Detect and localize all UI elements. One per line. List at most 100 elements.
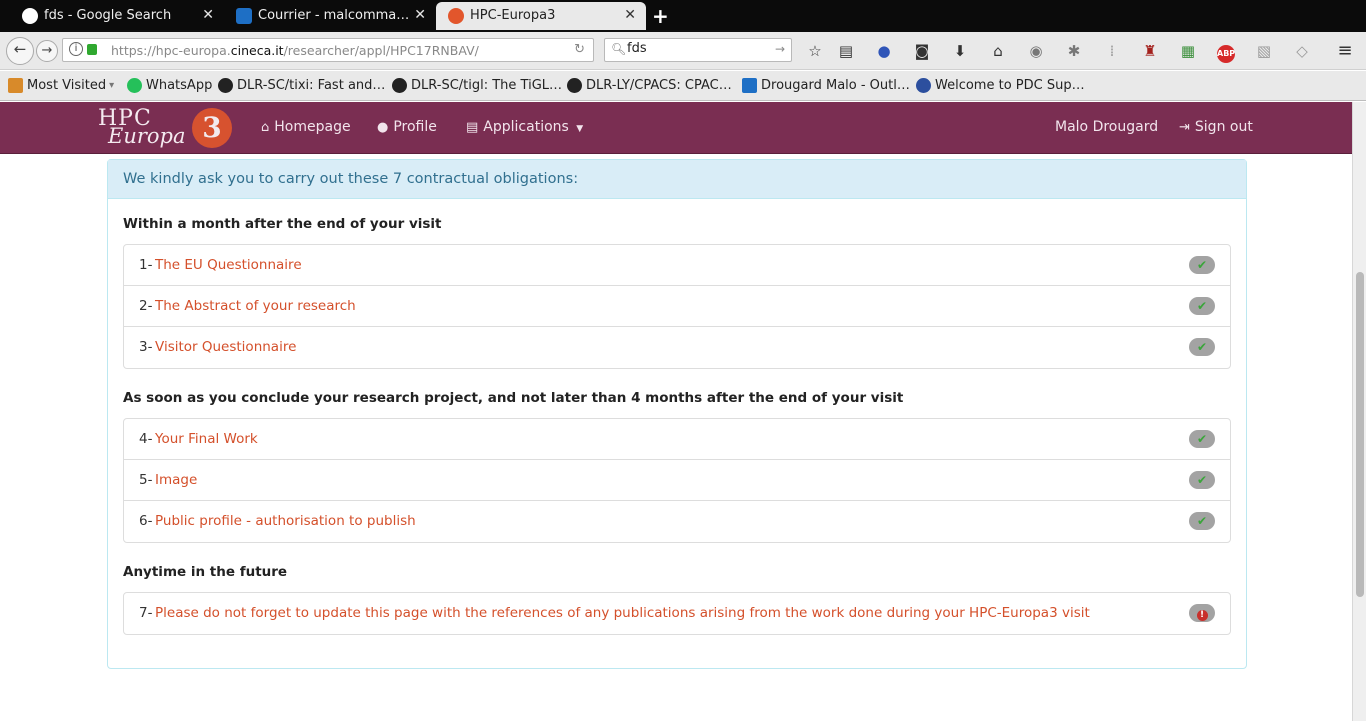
bookmark-tixi[interactable]: DLR-SC/tixi: Fast and… bbox=[218, 78, 385, 93]
logo-number: 3 bbox=[192, 108, 232, 148]
bookmark-label: WhatsApp bbox=[146, 78, 213, 93]
item-number: 6- bbox=[139, 513, 153, 529]
scrollbar-thumb[interactable] bbox=[1356, 272, 1364, 597]
menu-icon[interactable]: ≡ bbox=[1334, 41, 1356, 61]
extension-icon[interactable]: ◉ bbox=[1025, 41, 1047, 61]
bookmark-star-icon[interactable]: ☆ bbox=[804, 41, 826, 61]
tab-courrier[interactable]: Courrier - malcomma… ✕ bbox=[224, 2, 436, 30]
bookmark-label: Welcome to PDC Sup… bbox=[935, 78, 1085, 93]
bookmark-label: Drougard Malo - Outl… bbox=[761, 78, 910, 93]
nav-profile[interactable]: ● Profile bbox=[377, 119, 437, 135]
obligations-list: 4- Your Final Work ✔ 5- Image ✔ 6- Publi… bbox=[123, 418, 1231, 543]
list-item: 4- Your Final Work ✔ bbox=[124, 419, 1230, 460]
checkmark-icon: ✔ bbox=[1189, 256, 1215, 274]
bookmark-label: DLR-LY/CPACS: CPAC… bbox=[586, 78, 732, 93]
tab-google-search[interactable]: fds - Google Search ✕ bbox=[10, 2, 224, 30]
back-button[interactable]: ← bbox=[6, 37, 34, 65]
github-icon bbox=[567, 78, 582, 93]
chevron-down-icon: ▾ bbox=[109, 80, 115, 91]
documents-icon: ▤ bbox=[466, 120, 479, 135]
search-input[interactable] bbox=[627, 41, 767, 56]
bookmark-whatsapp[interactable]: WhatsApp bbox=[127, 78, 212, 93]
close-icon[interactable]: ✕ bbox=[202, 7, 214, 23]
hpc-europa3-logo[interactable]: 3 HPC Europa bbox=[96, 106, 236, 150]
hpc-europa3-icon bbox=[448, 8, 464, 24]
caret-down-icon: ▼ bbox=[576, 124, 584, 134]
obligations-list: 7- Please do not forget to update this p… bbox=[123, 592, 1231, 635]
extension-monster-icon[interactable]: ♜ bbox=[1139, 41, 1161, 61]
bookmark-most-visited[interactable]: Most Visited ▾ bbox=[8, 78, 114, 93]
section-title: Within a month after the end of your vis… bbox=[123, 216, 442, 232]
bookmark-outlook[interactable]: Drougard Malo - Outl… bbox=[742, 78, 910, 93]
bookmark-label: DLR-SC/tixi: Fast and… bbox=[237, 78, 386, 93]
home-icon: ⌂ bbox=[261, 120, 270, 135]
bookmark-tigl[interactable]: DLR-SC/tigl: The TiGL… bbox=[392, 78, 562, 93]
home-icon[interactable]: ⌂ bbox=[987, 41, 1009, 61]
obligation-link[interactable]: Image bbox=[155, 472, 197, 488]
lock-icon bbox=[87, 44, 97, 55]
search-bar[interactable]: 🔍︎ → bbox=[604, 38, 792, 62]
obligation-link[interactable]: The Abstract of your research bbox=[155, 298, 356, 314]
list-item: 7- Please do not forget to update this p… bbox=[124, 593, 1230, 634]
folder-icon bbox=[8, 78, 23, 93]
browser-toolbar: ← → i https://hpc-europa.cineca.it/resea… bbox=[0, 32, 1366, 70]
checkmark-icon: ✔ bbox=[1189, 471, 1215, 489]
bookmark-pdc[interactable]: Welcome to PDC Sup… bbox=[916, 78, 1085, 93]
nav-label: Profile bbox=[393, 119, 437, 135]
reload-icon[interactable]: ↻ bbox=[574, 42, 585, 57]
tab-title: Courrier - malcomma… bbox=[258, 8, 408, 23]
obligation-link[interactable]: The EU Questionnaire bbox=[155, 257, 302, 273]
reading-list-icon[interactable]: ▤ bbox=[835, 41, 857, 61]
obligation-link[interactable]: Your Final Work bbox=[155, 431, 258, 447]
extension-footprint-icon[interactable]: ⁞ bbox=[1101, 41, 1123, 61]
eraser-icon[interactable]: ◇ bbox=[1291, 41, 1313, 61]
page-scrollbar[interactable] bbox=[1352, 102, 1366, 721]
extension-page-icon[interactable]: ▧ bbox=[1253, 41, 1275, 61]
nav-label: Malo Drougard bbox=[1055, 119, 1159, 135]
sign-out-icon: ⇥ bbox=[1179, 120, 1190, 135]
info-icon[interactable]: i bbox=[69, 42, 83, 56]
list-item: 1- The EU Questionnaire ✔ bbox=[124, 245, 1230, 286]
url-bar[interactable]: i https://hpc-europa.cineca.it/researche… bbox=[62, 38, 594, 62]
outlook-icon bbox=[742, 78, 757, 93]
checkmark-icon: ✔ bbox=[1189, 338, 1215, 356]
outlook-icon bbox=[236, 8, 252, 24]
google-icon bbox=[22, 8, 38, 24]
obligation-link[interactable]: Public profile - authorisation to publis… bbox=[155, 513, 416, 529]
obligations-list: 1- The EU Questionnaire ✔ 2- The Abstrac… bbox=[123, 244, 1231, 369]
obligation-link[interactable]: Please do not forget to update this page… bbox=[155, 605, 1090, 621]
list-item: 2- The Abstract of your research ✔ bbox=[124, 286, 1230, 327]
obligation-link[interactable]: Visitor Questionnaire bbox=[155, 339, 296, 355]
item-number: 5- bbox=[139, 472, 153, 488]
tab-title: HPC-Europa3 bbox=[470, 8, 556, 23]
bookmark-cpacs[interactable]: DLR-LY/CPACS: CPAC… bbox=[567, 78, 732, 93]
pocket-icon[interactable]: ◙ bbox=[911, 41, 933, 61]
nav-applications[interactable]: ▤ Applications ▼ bbox=[466, 119, 583, 135]
extension-shield-icon[interactable]: ● bbox=[873, 41, 895, 61]
extension-grid-icon[interactable]: ▦ bbox=[1177, 41, 1199, 61]
checkmark-icon: ✔ bbox=[1189, 297, 1215, 315]
logo-text: Europa bbox=[108, 124, 186, 148]
bookmark-label: Most Visited bbox=[27, 78, 107, 93]
close-icon[interactable]: ✕ bbox=[624, 7, 636, 23]
nav-sign-out[interactable]: ⇥ Sign out bbox=[1179, 119, 1253, 135]
nav-user-name[interactable]: Malo Drougard bbox=[1055, 119, 1158, 135]
list-item: 5- Image ✔ bbox=[124, 460, 1230, 501]
pdc-icon bbox=[916, 78, 931, 93]
nav-homepage[interactable]: ⌂ Homepage bbox=[261, 119, 351, 135]
github-icon bbox=[392, 78, 407, 93]
go-arrow-icon[interactable]: → bbox=[775, 42, 785, 56]
close-icon[interactable]: ✕ bbox=[414, 7, 426, 23]
new-tab-icon[interactable]: + bbox=[652, 4, 669, 28]
adblock-icon[interactable]: ABP bbox=[1215, 41, 1237, 63]
item-number: 4- bbox=[139, 431, 153, 447]
forward-button[interactable]: → bbox=[36, 40, 58, 62]
list-item: 6- Public profile - authorisation to pub… bbox=[124, 501, 1230, 542]
tab-title: fds - Google Search bbox=[44, 8, 172, 23]
extension-bug-icon[interactable]: ✱ bbox=[1063, 41, 1085, 61]
download-icon[interactable]: ⬇ bbox=[949, 41, 971, 61]
tab-hpc-europa3[interactable]: HPC-Europa3 ✕ bbox=[436, 2, 646, 30]
nav-label: Homepage bbox=[274, 119, 351, 135]
search-icon: 🔍︎ bbox=[611, 42, 627, 56]
checkmark-icon: ✔ bbox=[1189, 512, 1215, 530]
